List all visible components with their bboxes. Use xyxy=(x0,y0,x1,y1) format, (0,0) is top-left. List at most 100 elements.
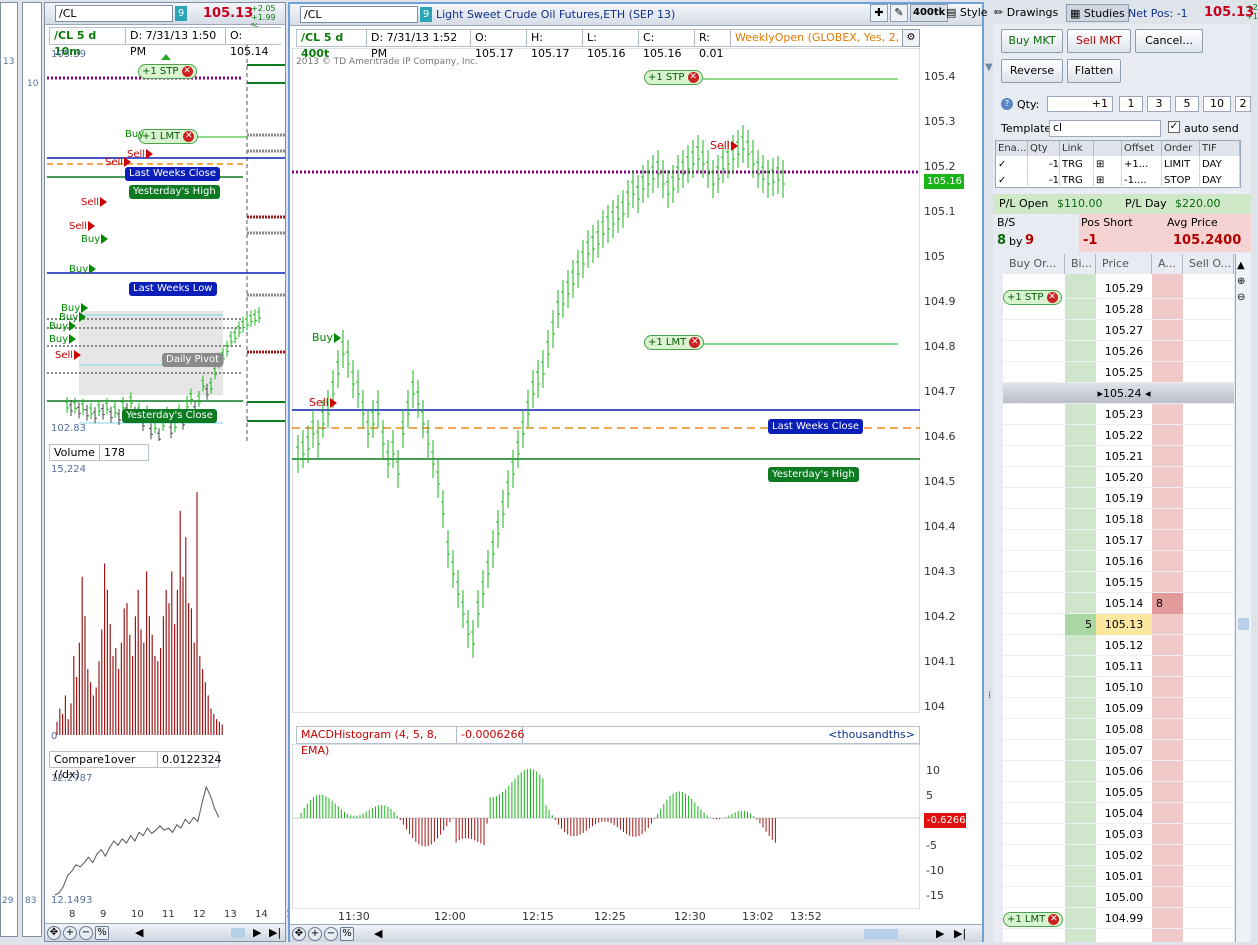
qty-preset-3[interactable]: 3 xyxy=(1147,96,1171,112)
cancel-order-icon[interactable]: ✕ xyxy=(183,130,195,142)
cancel-order-icon[interactable]: ✕ xyxy=(1048,913,1060,925)
ladder-price[interactable]: 105.19 xyxy=(1096,488,1152,509)
ladder-row[interactable]: 105.01 xyxy=(1003,866,1234,887)
order-link-select[interactable]: TRG xyxy=(1060,157,1094,172)
drawings-menu[interactable]: ✏ Drawings xyxy=(994,4,1058,22)
ladder-row[interactable]: 105.20 xyxy=(1003,467,1234,488)
ladder-price[interactable]: 105.15 xyxy=(1096,572,1152,593)
ladder-scroll-thumb[interactable] xyxy=(1238,618,1249,630)
ladder-row[interactable]: 105.14 8 xyxy=(1003,593,1234,614)
ladder-lmt-order[interactable]: +1 LMT ✕ xyxy=(1003,912,1064,927)
scroll-thumb[interactable] xyxy=(864,929,898,939)
ladder-stp-order[interactable]: +1 STP ✕ xyxy=(1003,290,1062,305)
ladder-row[interactable]: 105.12 xyxy=(1003,635,1234,656)
left-stp-order[interactable]: +1 STP ✕ xyxy=(138,64,197,79)
ladder-tool-icon[interactable]: ▲ xyxy=(1237,260,1245,271)
order-tif-select[interactable]: DAY xyxy=(1200,173,1240,188)
ladder-price[interactable]: 105.14 xyxy=(1096,593,1152,614)
order-type-select[interactable]: STOP xyxy=(1162,173,1200,188)
aggregation-button[interactable]: 400tk xyxy=(910,4,949,22)
main-stp-order[interactable]: +1 STP ✕ xyxy=(644,70,703,85)
qty-input[interactable]: +1 xyxy=(1047,96,1113,112)
ladder-row[interactable]: 105.02 xyxy=(1003,845,1234,866)
ladder-price[interactable]: 105.07 xyxy=(1096,740,1152,761)
ladder-price[interactable]: 105.06 xyxy=(1096,761,1152,782)
studies-menu[interactable]: ▦ Studies xyxy=(1066,4,1129,22)
ladder-price[interactable]: ▸105.24 ◂ xyxy=(1096,383,1152,404)
zoom-out-icon[interactable]: − xyxy=(79,926,93,940)
ladder-price[interactable]: 105.08 xyxy=(1096,719,1152,740)
ladder-row[interactable]: 105.23 xyxy=(1003,404,1234,425)
left-lmt-order[interactable]: +1 LMT ✕ xyxy=(138,129,199,144)
ladder-row[interactable]: 105.05 xyxy=(1003,782,1234,803)
percent-icon[interactable]: % xyxy=(340,927,354,941)
ladder-row[interactable]: 105.21 xyxy=(1003,446,1234,467)
percent-icon[interactable]: % xyxy=(95,926,109,940)
ladder-price[interactable]: 105.21 xyxy=(1096,446,1152,467)
ladder-price[interactable]: 105.12 xyxy=(1096,635,1152,656)
chart-settings-icon[interactable]: ⚙ xyxy=(902,29,920,47)
ladder-row[interactable]: 105.17 xyxy=(1003,530,1234,551)
zoom-out-icon[interactable]: − xyxy=(324,927,338,941)
qty-preset-1[interactable]: 1 xyxy=(1119,96,1143,112)
ladder-price[interactable]: 105.23 xyxy=(1096,404,1152,425)
ladder-price[interactable]: 105.17 xyxy=(1096,530,1152,551)
autosend-checkbox[interactable]: ✓ xyxy=(1168,121,1180,133)
ladder-tool-icon[interactable]: ⊖ xyxy=(1237,292,1245,303)
order-enable-checkbox[interactable]: ✓ xyxy=(996,157,1028,172)
ladder-row[interactable]: 105.26 xyxy=(1003,341,1234,362)
left-symbol-input[interactable]: /CL xyxy=(55,5,173,22)
ladder-row[interactable]: 105.08 xyxy=(1003,719,1234,740)
ladder-row[interactable]: 105.25 xyxy=(1003,362,1234,383)
zoom-in-icon[interactable]: + xyxy=(63,926,77,940)
ladder-price[interactable]: 105.10 xyxy=(1096,677,1152,698)
ladder-price[interactable]: 105.29 xyxy=(1096,278,1152,299)
ladder-price[interactable]: 105.03 xyxy=(1096,824,1152,845)
ladder-price[interactable]: 105.05 xyxy=(1096,782,1152,803)
pan-icon[interactable]: ✥ xyxy=(47,926,61,940)
ladder-scrollbar[interactable]: ▲ ⊕ ⊖ xyxy=(1235,254,1251,942)
qty-help-icon[interactable]: ? xyxy=(1001,98,1013,110)
ladder-row[interactable]: 105.06 xyxy=(1003,761,1234,782)
price-ladder[interactable]: Buy Or... Bi... Price A... Sell O... 105.29 10… xyxy=(1003,254,1234,942)
cancel-order-icon[interactable]: ✕ xyxy=(687,71,699,83)
ladder-row[interactable]: 105.00 xyxy=(1003,887,1234,908)
cancel-order-icon[interactable]: ✕ xyxy=(689,336,701,348)
buy-mkt-button[interactable]: Buy MKT xyxy=(1001,29,1063,53)
order-link-icon[interactable]: ⊞ xyxy=(1094,157,1122,172)
order-tif-select[interactable]: DAY xyxy=(1200,157,1240,172)
flatten-button[interactable]: Flatten xyxy=(1067,59,1121,83)
ladder-row[interactable]: 105.22 xyxy=(1003,425,1234,446)
main-symbol-input[interactable]: /CL xyxy=(300,6,418,23)
pan-icon[interactable]: ✥ xyxy=(292,927,306,941)
ladder-row[interactable]: 105.18 xyxy=(1003,509,1234,530)
ladder-price[interactable]: 105.00 xyxy=(1096,887,1152,908)
ladder-row[interactable]: 105.27 xyxy=(1003,320,1234,341)
cancel-button[interactable]: Cancel... xyxy=(1135,29,1203,53)
style-menu[interactable]: ▤ Style xyxy=(946,4,988,22)
ladder-row[interactable]: 105.03 xyxy=(1003,824,1234,845)
ladder-header[interactable]: Price xyxy=(1096,254,1152,274)
ladder-row[interactable]: 105.11 xyxy=(1003,656,1234,677)
ladder-price[interactable]: 105.09 xyxy=(1096,698,1152,719)
main-price-chart[interactable] xyxy=(292,48,920,713)
order-enable-checkbox[interactable]: ✓ xyxy=(996,173,1028,188)
ladder-row[interactable]: 105.16 xyxy=(1003,551,1234,572)
ladder-price[interactable]: 105.27 xyxy=(1096,320,1152,341)
reverse-button[interactable]: Reverse xyxy=(1001,59,1063,83)
collapse-arrow-icon[interactable]: ▼ xyxy=(985,62,993,73)
scroll-end-icon[interactable]: ▶| xyxy=(269,926,281,939)
ladder-header[interactable]: Bi... xyxy=(1065,254,1096,274)
order-offset[interactable]: -1.... xyxy=(1122,173,1162,188)
ladder-price[interactable]: 105.04 xyxy=(1096,803,1152,824)
ladder-tool-icon[interactable]: ⊕ xyxy=(1237,276,1245,287)
zoom-in-icon[interactable]: + xyxy=(308,927,322,941)
template-select[interactable]: cl xyxy=(1049,120,1161,137)
ladder-header[interactable]: Sell O... xyxy=(1183,254,1234,274)
scroll-right-icon[interactable]: ▶ xyxy=(253,926,261,939)
qty-preset-5[interactable]: 5 xyxy=(1175,96,1199,112)
scroll-end-icon[interactable]: ▶| xyxy=(954,927,966,940)
ladder-price[interactable]: 105.18 xyxy=(1096,509,1152,530)
scroll-left-icon[interactable]: ◀ xyxy=(374,927,382,940)
gadget-tool-icon[interactable]: ✎ xyxy=(890,4,908,22)
